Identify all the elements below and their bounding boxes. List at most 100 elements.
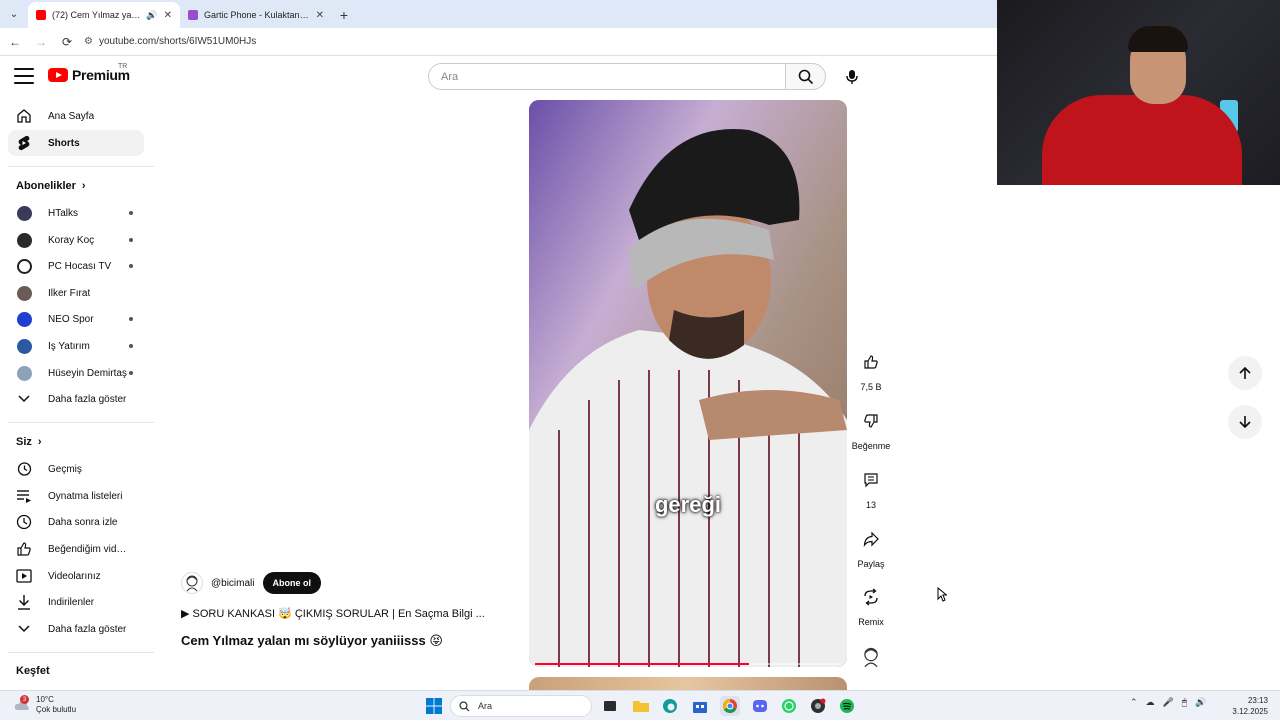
taskbar-search-label: Ara bbox=[478, 701, 493, 711]
video-icon bbox=[16, 568, 32, 584]
task-view-icon[interactable] bbox=[600, 696, 620, 716]
sound-source-avatar[interactable] bbox=[855, 641, 887, 673]
browser-tab-bar: ⌄ (72) Cem Yılmaz yalan mı söylüyor 🔊 ✕ … bbox=[0, 0, 997, 28]
comments-button[interactable] bbox=[855, 464, 887, 496]
channel-avatar bbox=[16, 232, 32, 248]
close-tab-icon[interactable]: ✕ bbox=[164, 10, 172, 21]
next-short-preview[interactable] bbox=[529, 677, 847, 691]
country-code: TR bbox=[118, 63, 128, 70]
channel-avatar bbox=[16, 338, 32, 354]
sidebar-item-subscription[interactable]: HTalks bbox=[8, 200, 144, 226]
microphone-tray-icon[interactable]: 🎤 bbox=[1163, 697, 1174, 708]
sidebar-item-playlists[interactable]: Oynatma listeleri bbox=[8, 483, 144, 509]
new-tab-plus-icon[interactable]: + bbox=[332, 2, 356, 28]
sidebar-item-subscription[interactable]: Hüseyin Demirtaş bbox=[8, 360, 144, 386]
chevron-up-icon[interactable]: ⌃ bbox=[1130, 697, 1138, 708]
new-content-dot bbox=[129, 371, 133, 375]
sidebar-item-shorts[interactable]: Shorts bbox=[8, 130, 144, 156]
voice-search-button[interactable] bbox=[838, 63, 865, 90]
sidebar-item-your-videos[interactable]: Videolarınız bbox=[8, 563, 144, 589]
channel-name[interactable]: @bicimali bbox=[211, 578, 255, 589]
hamburger-menu-icon[interactable] bbox=[14, 68, 34, 84]
channel-row: @bicimali Abone ol bbox=[181, 572, 321, 594]
store-icon[interactable] bbox=[690, 696, 710, 716]
subscribe-button[interactable]: Abone ol bbox=[262, 572, 321, 594]
sidebar-item-liked-videos[interactable]: Beğendiğim videolar bbox=[8, 536, 144, 562]
sidebar-item-home[interactable]: Ana Sayfa bbox=[8, 103, 144, 129]
remix-button[interactable] bbox=[855, 581, 887, 613]
share-button[interactable] bbox=[855, 523, 887, 555]
video-frame-image bbox=[529, 100, 847, 667]
whatsapp-icon[interactable] bbox=[779, 696, 799, 716]
forward-arrow-icon[interactable]: → bbox=[32, 33, 50, 51]
explore-header: Keşfet bbox=[16, 665, 50, 677]
channel-avatar bbox=[16, 365, 32, 381]
history-icon bbox=[16, 461, 32, 477]
system-clock[interactable]: 23:13 3.12.2025 bbox=[1230, 695, 1268, 717]
youtube-premium-logo[interactable]: Premium TR bbox=[48, 63, 130, 83]
channel-avatar bbox=[16, 205, 32, 221]
divider bbox=[8, 652, 154, 653]
share-icon bbox=[863, 531, 879, 547]
sidebar-item-subscription[interactable]: İlker Fırat bbox=[8, 280, 144, 306]
back-arrow-icon[interactable]: ← bbox=[6, 33, 24, 51]
volume-icon[interactable]: 🔊 bbox=[1195, 697, 1206, 708]
channel-avatar[interactable] bbox=[181, 572, 203, 594]
download-icon bbox=[16, 594, 32, 610]
clock-date: 3.12.2025 bbox=[1232, 707, 1268, 716]
next-short-button[interactable] bbox=[1228, 405, 1262, 439]
sidebar-item-history[interactable]: Geçmiş bbox=[8, 456, 144, 482]
microphone-icon bbox=[845, 69, 858, 84]
comment-action: 13 bbox=[851, 464, 891, 510]
cloud-sync-icon[interactable]: ☁ bbox=[1146, 697, 1155, 708]
playlist-link[interactable]: ▶ SORU KANKASI 🤯 ÇIKMIŞ SORULAR | En Saç… bbox=[181, 607, 485, 620]
short-video-player[interactable]: gereği bbox=[529, 100, 847, 667]
sidebar-item-subscription[interactable]: İş Yatırım bbox=[8, 333, 144, 359]
search-button[interactable] bbox=[786, 63, 826, 90]
like-button[interactable] bbox=[855, 346, 887, 378]
close-tab-icon[interactable]: ✕ bbox=[316, 10, 324, 21]
sound-source-action bbox=[851, 641, 891, 673]
weather-widget[interactable]: 3 10°C Çok bulutlu bbox=[14, 695, 76, 715]
chevron-right-icon: › bbox=[37, 436, 42, 448]
search-input[interactable] bbox=[428, 63, 786, 90]
tab-search-chevron-icon[interactable]: ⌄ bbox=[0, 0, 28, 28]
edge-browser-icon[interactable] bbox=[660, 696, 680, 716]
browser-tab-active[interactable]: (72) Cem Yılmaz yalan mı söylüyor 🔊 ✕ bbox=[28, 2, 180, 28]
channel-avatar bbox=[16, 258, 32, 274]
spotify-icon[interactable] bbox=[837, 696, 857, 716]
sidebar-item-watch-later[interactable]: Daha sonra izle bbox=[8, 509, 144, 535]
sidebar-item-label: Shorts bbox=[48, 137, 80, 149]
display-icon[interactable]: 🖱 bbox=[1182, 697, 1187, 708]
sidebar-item-label: Daha sonra izle bbox=[48, 516, 118, 528]
sidebar-item-downloads[interactable]: İndirilenler bbox=[8, 589, 144, 615]
sidebar-item-subscription[interactable]: PC Hocası TV bbox=[8, 253, 144, 279]
site-info-icon[interactable]: ⚙ bbox=[84, 36, 93, 47]
sidebar-show-more-subscriptions[interactable]: Daha fazla göster bbox=[8, 386, 144, 412]
mouse-cursor-icon bbox=[937, 587, 947, 602]
sidebar-item-label: Daha fazla göster bbox=[48, 393, 127, 405]
system-tray: ⌃ ☁ 🎤 🖱 🔊 bbox=[1130, 697, 1206, 708]
windows-start-icon[interactable] bbox=[424, 696, 444, 716]
discord-icon[interactable] bbox=[750, 696, 770, 716]
sidebar-show-more-you[interactable]: Daha fazla göster bbox=[8, 616, 144, 642]
clock-icon bbox=[16, 514, 32, 530]
dislike-button[interactable] bbox=[855, 405, 887, 437]
reload-icon[interactable]: ⟳ bbox=[58, 33, 76, 51]
comment-count: 13 bbox=[865, 500, 876, 510]
obs-icon[interactable] bbox=[808, 696, 828, 716]
taskbar-search[interactable]: Ara bbox=[450, 695, 592, 717]
file-explorer-icon[interactable] bbox=[631, 696, 651, 716]
share-label: Paylaş bbox=[857, 559, 885, 569]
chrome-browser-icon[interactable] bbox=[720, 696, 740, 716]
browser-tab-gartic[interactable]: Gartic Phone - Kulaktan Kulağa ✕ bbox=[180, 2, 332, 28]
sidebar-item-label: İndirilenler bbox=[48, 596, 95, 608]
sidebar-item-subscription[interactable]: Koray Koç bbox=[8, 227, 144, 253]
previous-short-button[interactable] bbox=[1228, 356, 1262, 390]
you-header[interactable]: Siz › bbox=[16, 436, 42, 448]
sidebar-item-subscription[interactable]: NEO Spor bbox=[8, 306, 144, 332]
subscriptions-header[interactable]: Abonelikler › bbox=[16, 180, 86, 192]
shorts-icon bbox=[16, 135, 32, 151]
url-field[interactable]: ⚙ youtube.com/shorts/6IW51UM0HJs bbox=[84, 36, 256, 47]
audio-playing-icon[interactable]: 🔊 bbox=[146, 10, 157, 21]
